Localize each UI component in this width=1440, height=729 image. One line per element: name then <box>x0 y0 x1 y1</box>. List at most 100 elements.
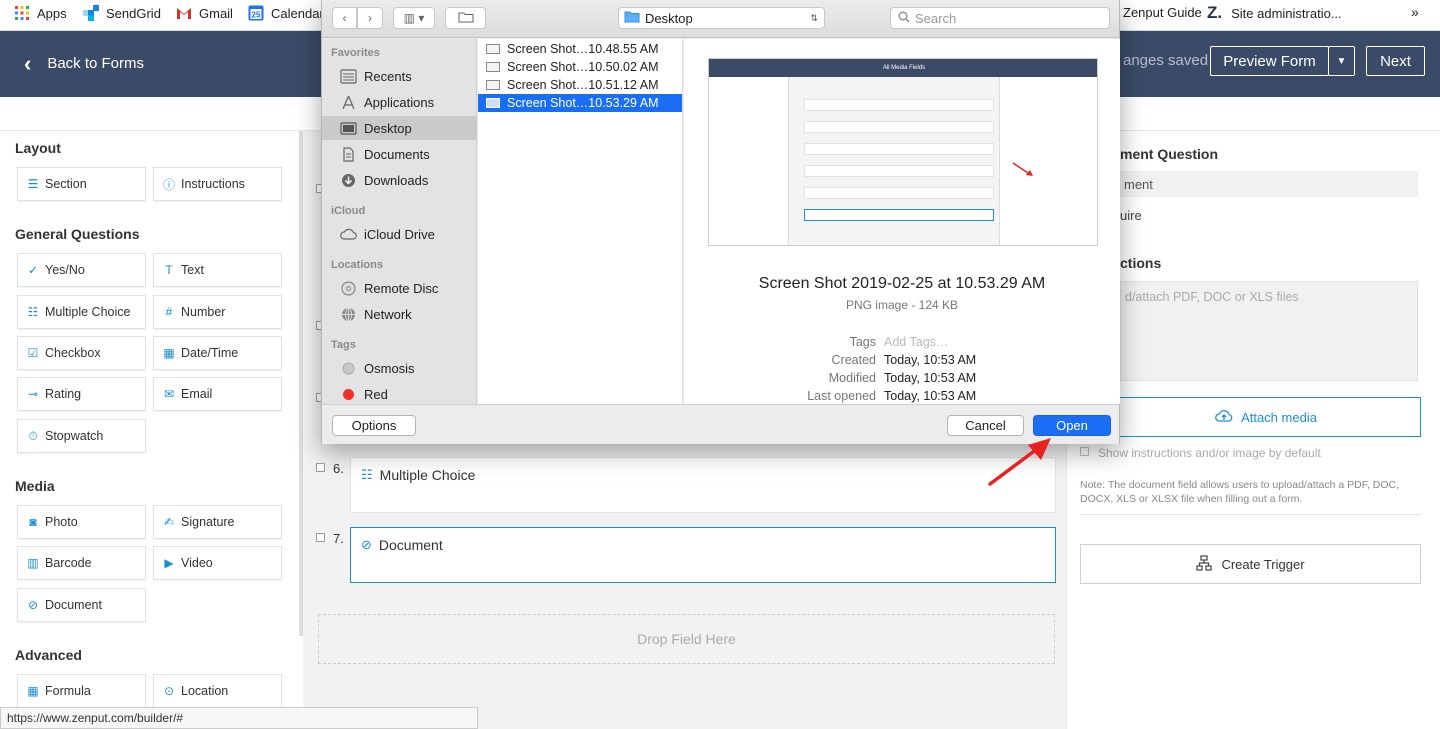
barcode-icon: ▥ <box>27 556 39 570</box>
palette-section-title: Layout <box>15 140 61 156</box>
applications-icon <box>340 95 357 110</box>
bookmark-zenput-guide[interactable]: Zenput Guide <box>1123 5 1202 20</box>
chevron-left-icon: ‹ <box>342 11 347 25</box>
field-photo-button[interactable]: ◙ Photo <box>17 505 146 539</box>
question-name-input[interactable]: ment <box>1120 171 1418 197</box>
columns-view-icon: ▥ ▾ <box>403 11 425 25</box>
sidebar-heading: Favorites <box>331 47 380 59</box>
sidebar-item-applications[interactable]: Applications <box>322 90 477 114</box>
network-icon <box>340 307 357 322</box>
file-item-selected[interactable]: Screen Shot…10.53.29 AM <box>478 94 682 112</box>
file-preview: All Media Fields Screen Shot 2019-02-25 … <box>684 39 1120 404</box>
search-input[interactable]: Search <box>890 7 1110 29</box>
sidebar-tag-red[interactable]: Red <box>322 382 477 406</box>
open-button[interactable]: Open <box>1033 415 1111 436</box>
bookmark-apps[interactable]: Apps <box>14 5 67 21</box>
sidebar-item-desktop[interactable]: Desktop <box>322 116 477 140</box>
field-stopwatch-button[interactable]: ⏱ Stopwatch <box>17 419 146 453</box>
field-rating-button[interactable]: ⊸ Rating <box>17 377 146 411</box>
field-label: Video <box>181 556 213 570</box>
yes-no-icon: ✓ <box>27 263 39 277</box>
show-default-checkbox[interactable] <box>1080 447 1089 456</box>
bookmark-site-administration[interactable]: Z. Site administratio... <box>1207 4 1342 21</box>
location-popup[interactable]: Desktop ⇅ <box>618 7 825 29</box>
palette-section-title: Media <box>15 478 55 494</box>
bookmark-gmail[interactable]: Gmail <box>176 5 233 21</box>
back-nav-button[interactable]: ‹ <box>332 7 357 29</box>
drop-field-zone[interactable]: Drop Field Here <box>318 614 1055 664</box>
thumbnail-row <box>804 209 994 221</box>
bookmarks-overflow-button[interactable]: » <box>1411 4 1419 20</box>
file-item[interactable]: Screen Shot…10.50.02 AM <box>478 58 682 76</box>
question-checkbox[interactable] <box>316 533 325 542</box>
meta-created-label: Created <box>831 353 876 367</box>
add-tags-input[interactable]: Add Tags… <box>884 335 948 349</box>
question-document[interactable]: ⊘ Document <box>350 527 1056 583</box>
hierarchy-icon <box>1196 554 1213 574</box>
attach-media-button[interactable]: Attach media <box>1111 397 1421 437</box>
sidebar-item-recents[interactable]: Recents <box>322 64 477 88</box>
forward-nav-button[interactable]: › <box>357 7 383 29</box>
field-instructions-button[interactable]: ⓘ Instructions <box>153 167 282 201</box>
sidebar-item-documents[interactable]: Documents <box>322 142 477 166</box>
create-trigger-button[interactable]: Create Trigger <box>1080 544 1421 584</box>
sidebar-item-downloads[interactable]: Downloads <box>322 168 477 192</box>
back-to-forms-link[interactable]: ‹ Back to Forms <box>24 50 144 76</box>
field-label: Barcode <box>45 556 92 570</box>
recents-icon <box>340 68 357 84</box>
field-number-button[interactable]: # Number <box>153 295 282 329</box>
field-signature-button[interactable]: ✍ Signature <box>153 505 282 539</box>
field-text-button[interactable]: T Text <box>153 253 282 287</box>
thumbnail-palette <box>709 77 789 245</box>
video-icon: ▶ <box>164 556 174 570</box>
paperclip-icon: ⊘ <box>27 598 39 612</box>
sidebar-item-network[interactable]: Network <box>322 302 477 326</box>
sidebar-item-label: Desktop <box>364 120 412 136</box>
save-status: anges saved <box>1123 52 1209 69</box>
field-barcode-button[interactable]: ▥ Barcode <box>17 546 146 580</box>
checkbox-icon: ☑ <box>27 346 39 360</box>
field-location-button[interactable]: ⊙ Location <box>153 674 282 708</box>
preview-dropdown-button[interactable]: ▼ <box>1328 46 1355 76</box>
signature-icon: ✍ <box>163 515 175 529</box>
question-checkbox[interactable] <box>316 463 325 472</box>
instructions-textarea[interactable]: d/attach PDF, DOC or XLS files <box>1120 281 1418 381</box>
sidebar-item-icloud-drive[interactable]: iCloud Drive <box>322 222 477 246</box>
field-document-button[interactable]: ⊘ Document <box>17 588 146 622</box>
bookmark-calendar[interactable]: 25 Calendar <box>248 5 324 21</box>
desktop-icon <box>340 121 357 136</box>
show-default-label: Show instructions and/or image by defaul… <box>1098 446 1321 460</box>
view-mode-button[interactable]: ▥ ▾ <box>393 7 435 29</box>
next-button[interactable]: Next <box>1366 46 1425 76</box>
preview-form-button[interactable]: Preview Form <box>1210 46 1329 76</box>
field-multiple-choice-button[interactable]: ☷ Multiple Choice <box>17 295 146 329</box>
meta-modified-value: Today, 10:53 AM <box>884 371 977 385</box>
sidebar-tag-osmosis[interactable]: Osmosis <box>322 356 477 380</box>
file-item[interactable]: Screen Shot…10.51.12 AM <box>478 76 682 94</box>
field-yes-no-button[interactable]: ✓ Yes/No <box>17 253 146 287</box>
bookmark-sendgrid[interactable]: SendGrid <box>83 5 161 21</box>
text-icon: T <box>165 263 173 277</box>
thumbnail-row <box>804 187 994 199</box>
rating-icon: ⊸ <box>27 387 39 401</box>
options-button[interactable]: Options <box>332 415 416 436</box>
question-label: Multiple Choice <box>379 467 476 483</box>
location-icon: ⊙ <box>163 684 175 698</box>
field-video-button[interactable]: ▶ Video <box>153 546 282 580</box>
field-checkbox-button[interactable]: ☑ Checkbox <box>17 336 146 370</box>
field-formula-button[interactable]: ▦ Formula <box>17 674 146 708</box>
cancel-button[interactable]: Cancel <box>947 415 1024 436</box>
field-section-button[interactable]: ☰ Section <box>17 167 146 201</box>
thumbnail-red-arrow <box>1012 162 1033 176</box>
field-email-button[interactable]: ✉ Email <box>153 377 282 411</box>
palette-section-title: Advanced <box>15 647 82 663</box>
question-multiple-choice[interactable]: ☷ Multiple Choice <box>350 457 1056 513</box>
chevron-left-icon: ‹ <box>24 50 32 76</box>
sidebar-item-remote-disc[interactable]: Remote Disc <box>322 276 477 300</box>
file-list: Screen Shot…10.48.55 AM Screen Shot…10.5… <box>478 39 683 404</box>
file-item[interactable]: Screen Shot…10.48.55 AM <box>478 40 682 58</box>
bookmark-label: Apps <box>37 5 67 21</box>
paperclip-icon: ⊘ <box>361 537 372 552</box>
new-folder-button[interactable] <box>445 7 486 29</box>
field-date-time-button[interactable]: ▦ Date/Time <box>153 336 282 370</box>
